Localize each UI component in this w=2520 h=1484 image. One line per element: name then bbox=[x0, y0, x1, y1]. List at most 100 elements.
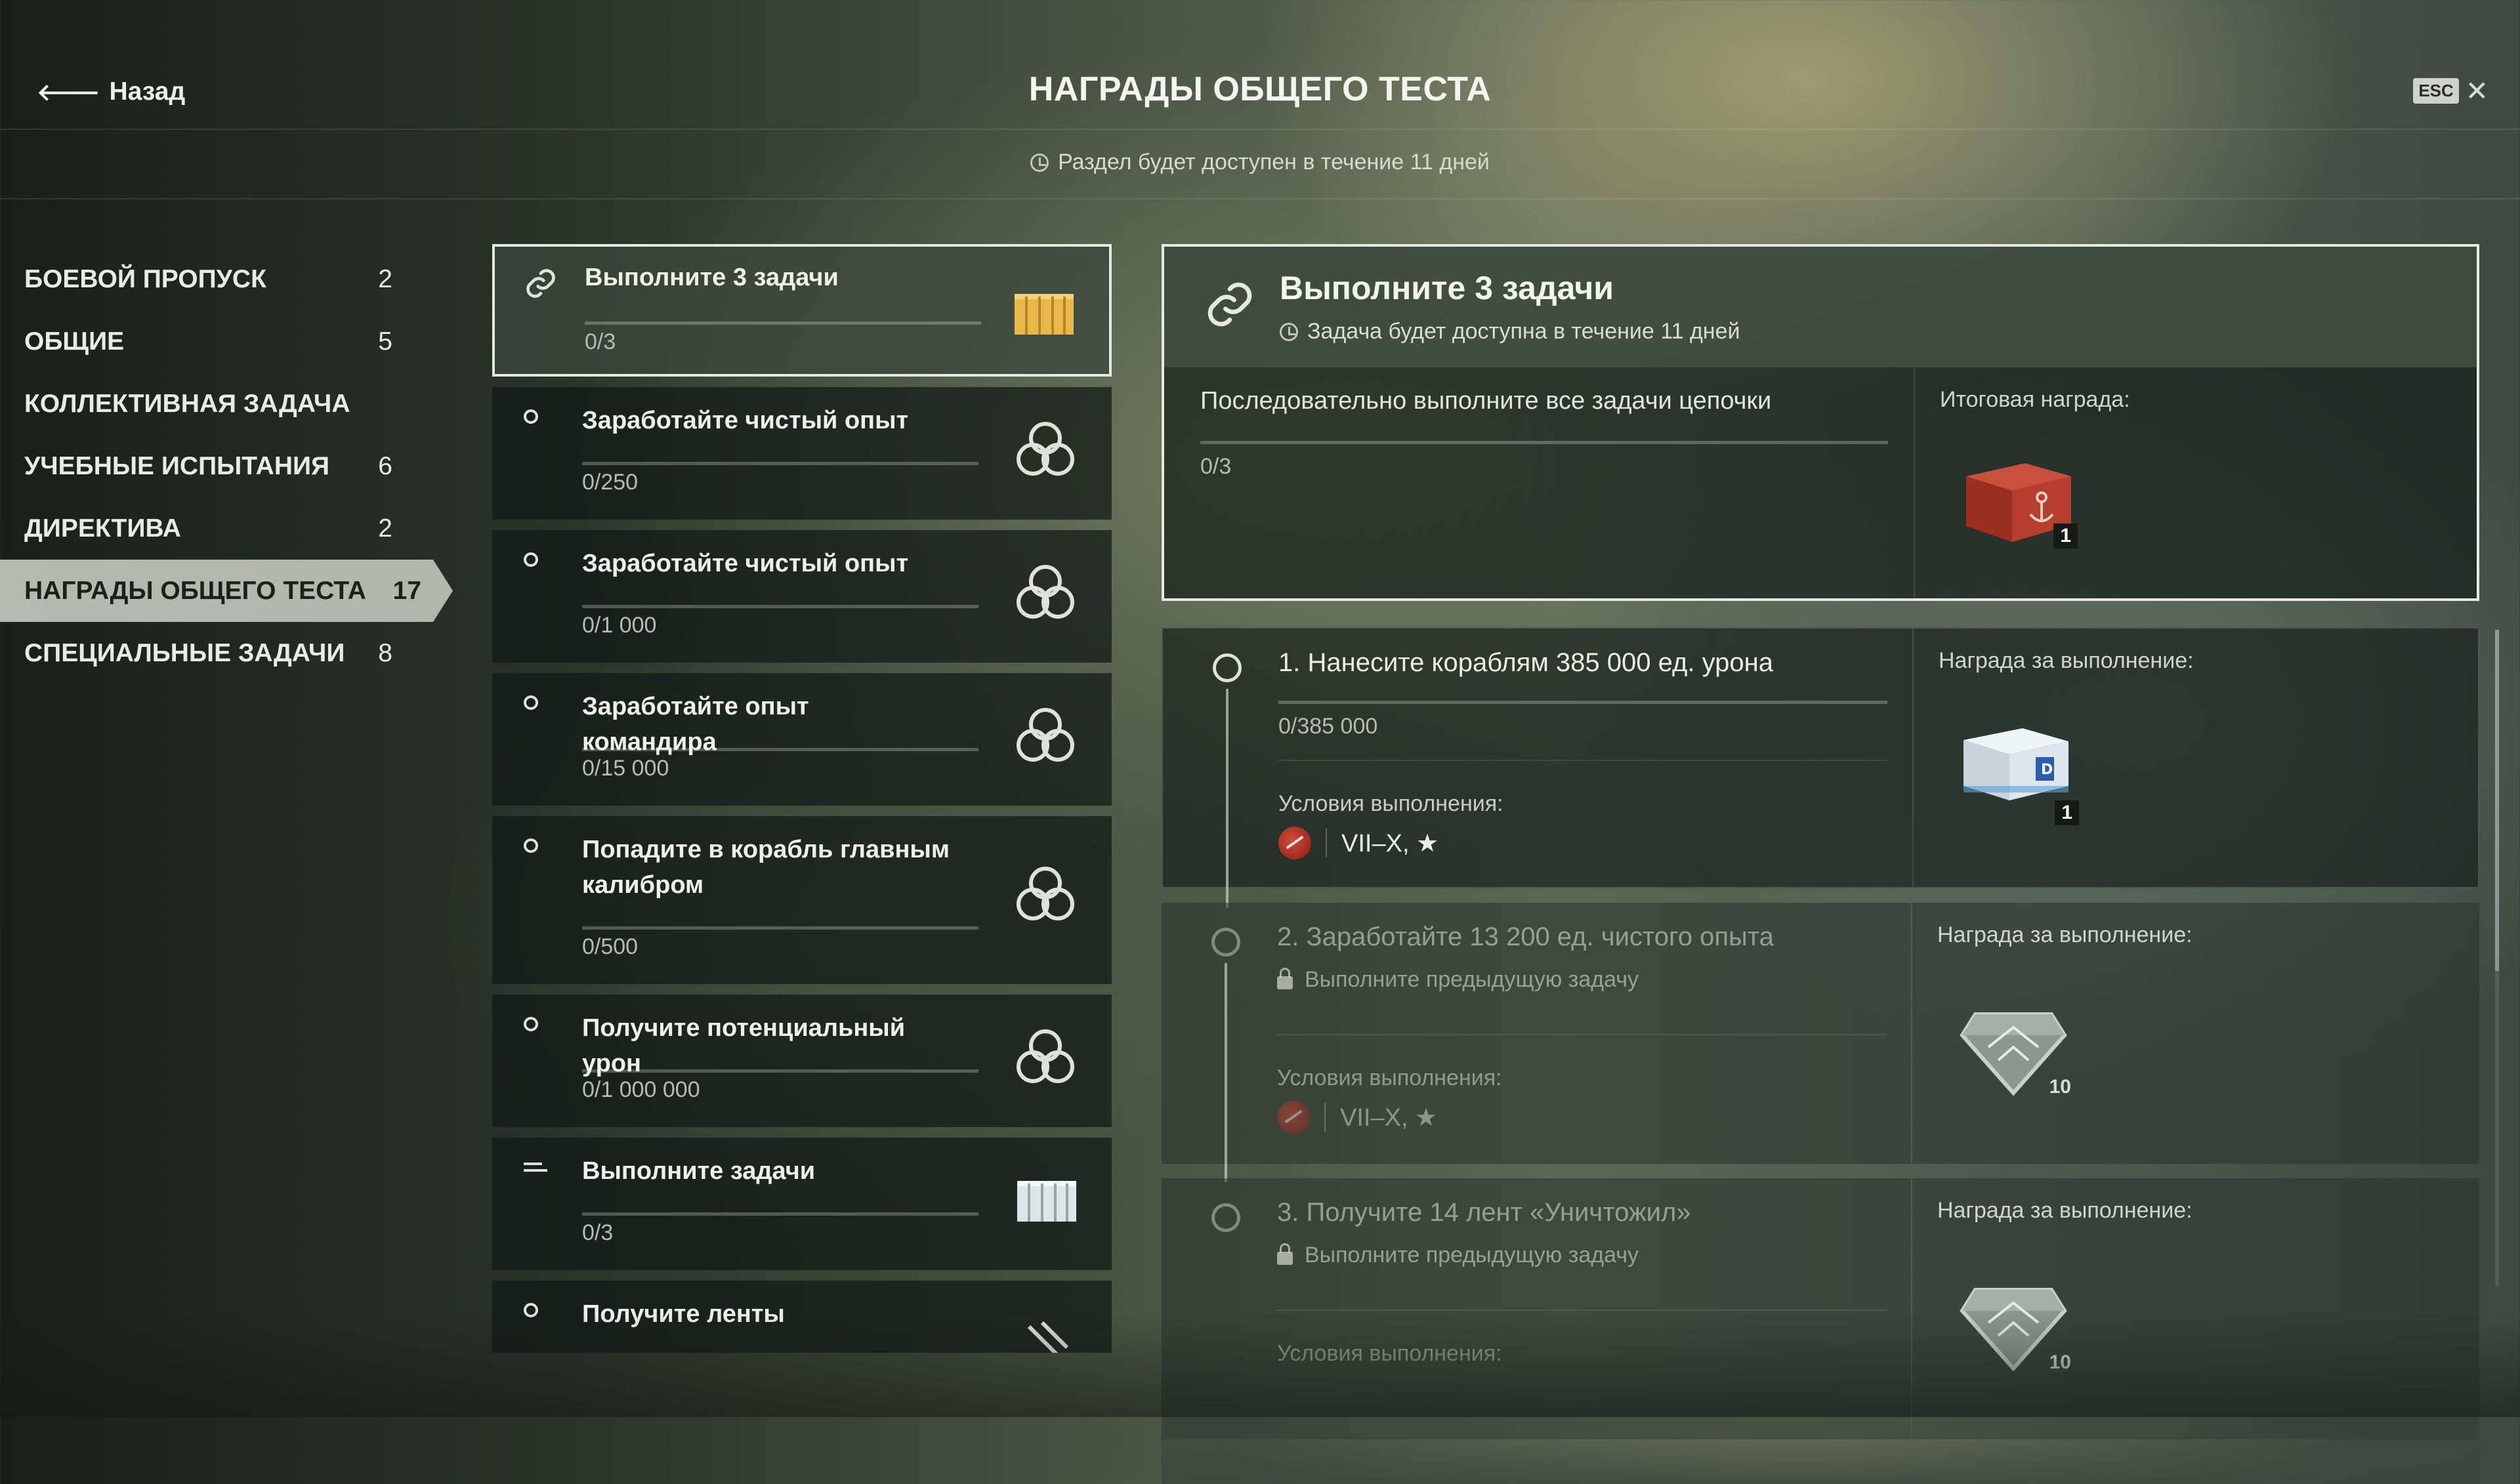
detail-scrollbar[interactable] bbox=[2495, 630, 2499, 1286]
detail-progress-bar bbox=[1200, 441, 1888, 444]
divider bbox=[1914, 367, 1915, 598]
task-card[interactable]: Заработайте чистый опыт 0/250 bbox=[492, 387, 1112, 520]
task-progress: 0/15 000 bbox=[582, 756, 669, 781]
circle-icon bbox=[524, 552, 542, 571]
divider bbox=[1278, 760, 1887, 761]
conditions-label: Условия выполнения: bbox=[1277, 1065, 1502, 1090]
knot-emblem-icon bbox=[1017, 867, 1074, 920]
circle-icon bbox=[524, 695, 542, 714]
sidebar-item-battle-pass[interactable]: БОЕВОЙ ПРОПУСК 2 bbox=[0, 248, 424, 310]
sidebar-item-collective-task[interactable]: КОЛЛЕКТИВНАЯ ЗАДАЧА bbox=[0, 373, 424, 435]
sidebar-item-directive[interactable]: ДИРЕКТИВА 2 bbox=[0, 497, 424, 560]
step-connector bbox=[1226, 689, 1228, 908]
task-card[interactable]: Получите потенциальный урон 0/1 000 000 bbox=[492, 995, 1112, 1127]
chain-task-header-band bbox=[1164, 247, 2477, 367]
knot-emblem-icon bbox=[1017, 422, 1074, 476]
sidebar-item-training[interactable]: УЧЕБНЫЕ ИСПЫТАНИЯ 6 bbox=[0, 435, 424, 497]
task-progress-bar bbox=[582, 1069, 978, 1073]
task-progress-bar bbox=[585, 321, 981, 325]
task-title: Заработайте чистый опыт bbox=[582, 550, 909, 577]
conditions-row: VII–X, ★ bbox=[1277, 1101, 1437, 1134]
knot-emblem-icon bbox=[1017, 565, 1074, 619]
task-card-chain[interactable]: Выполните 3 задачи 0/3 bbox=[492, 244, 1112, 377]
sidebar-item-label: СПЕЦИАЛЬНЫЕ ЗАДАЧИ bbox=[24, 638, 345, 667]
divider bbox=[1277, 1309, 1886, 1311]
conditions-label: Условия выполнения: bbox=[1278, 791, 1503, 816]
step-reward-label: Награда за выполнение: bbox=[1937, 1198, 2193, 1223]
final-reward-item[interactable]: 1 bbox=[1953, 443, 2078, 548]
section-availability-text: Раздел будет доступен в течение 11 дней bbox=[1058, 150, 1490, 175]
ring-shape bbox=[524, 1017, 538, 1031]
sidebar-item-public-test-rewards[interactable]: НАГРАДЫ ОБЩЕГО ТЕСТА 17 bbox=[0, 560, 453, 622]
detail-title: Выполните 3 задачи bbox=[1280, 270, 1614, 306]
task-title: Попадите в корабль главным калибром bbox=[582, 836, 950, 899]
separator bbox=[1324, 1103, 1326, 1132]
close-button[interactable]: ESC ✕ bbox=[2413, 75, 2488, 107]
divider bbox=[1277, 1034, 1886, 1035]
container-logo: D bbox=[2041, 762, 2053, 778]
sidebar-item-label: КОЛЛЕКТИВНАЯ ЗАДАЧА bbox=[24, 389, 350, 418]
sidebar-item-general[interactable]: ОБЩИЕ 5 bbox=[0, 310, 424, 373]
task-title: Получите ленты bbox=[582, 1300, 785, 1328]
circle-icon bbox=[524, 1303, 542, 1321]
task-card[interactable]: Выполните задачи 0/3 bbox=[492, 1138, 1112, 1270]
sidebar-item-label: БОЕВОЙ ПРОПУСК bbox=[24, 264, 266, 293]
task-list: Выполните 3 задачи 0/3 Заработайте чисты… bbox=[492, 244, 1112, 1353]
sidebar-item-label: НАГРАДЫ ОБЩЕГО ТЕСТА bbox=[24, 576, 366, 605]
circle-icon bbox=[524, 1017, 542, 1035]
circle-icon bbox=[524, 838, 542, 857]
ring-shape bbox=[524, 409, 538, 424]
step-title: 2. Заработайте 13 200 ед. чистого опыта bbox=[1277, 922, 1774, 951]
task-title: Выполните 3 задачи bbox=[585, 264, 839, 291]
silver-container-icon bbox=[1017, 1181, 1076, 1222]
step-reward-item[interactable]: 10 bbox=[1949, 988, 2078, 1100]
section-availability: Раздел будет доступен в течение 11 дней bbox=[0, 150, 2520, 175]
task-title: Выполните задачи bbox=[582, 1157, 816, 1185]
step-status-circle bbox=[1213, 653, 1242, 682]
step-title: 3. Получите 14 лент «Уничтожил» bbox=[1277, 1198, 1691, 1227]
task-card[interactable]: Попадите в корабль главным калибром 0/50… bbox=[492, 816, 1112, 984]
chain-link-icon bbox=[526, 269, 555, 298]
task-progress: 0/3 bbox=[582, 1220, 614, 1245]
subheader-divider bbox=[0, 198, 2520, 199]
lock-icon bbox=[1277, 1243, 1293, 1265]
ring-shape bbox=[524, 552, 538, 567]
detail-availability: Задача будет доступна в течение 11 дней bbox=[1280, 319, 1740, 344]
sidebar-item-count: 6 bbox=[378, 451, 392, 480]
header-divider bbox=[0, 129, 2520, 130]
task-progress: 0/1 000 000 bbox=[582, 1077, 700, 1102]
sidebar-item-label: ОБЩИЕ bbox=[24, 327, 125, 356]
task-title: Заработайте чистый опыт bbox=[582, 407, 909, 434]
task-progress-bar bbox=[582, 1212, 978, 1216]
chain-step-1[interactable]: 1. Нанесите кораблям 385 000 ед. урона 0… bbox=[1162, 627, 2479, 908]
ribbon-icon bbox=[1027, 1321, 1069, 1353]
task-card[interactable]: Заработайте чистый опыт 0/1 000 bbox=[492, 530, 1112, 663]
step-connector bbox=[1225, 963, 1227, 1182]
sidebar-item-count: 8 bbox=[378, 638, 392, 667]
detail-availability-text: Задача будет доступна в течение 11 дней bbox=[1307, 319, 1740, 344]
task-progress: 0/1 000 bbox=[582, 613, 657, 638]
page-title: НАГРАДЫ ОБЩЕГО ТЕСТА bbox=[1028, 70, 1492, 108]
step-locked-note: Выполните предыдущую задачу bbox=[1277, 967, 1639, 993]
ring-shape bbox=[524, 838, 538, 853]
close-icon: ✕ bbox=[2465, 75, 2488, 106]
sidebar-item-special-tasks[interactable]: СПЕЦИАЛЬНЫЕ ЗАДАЧИ 8 bbox=[0, 622, 424, 684]
conditions-text: VII–X, ★ bbox=[1341, 829, 1439, 857]
task-card[interactable]: Заработайте опыт командира 0/15 000 bbox=[492, 673, 1112, 806]
conditions-text: VII–X, ★ bbox=[1340, 1103, 1438, 1132]
locked-text: Выполните предыдущую задачу bbox=[1305, 1243, 1639, 1268]
separator bbox=[1326, 829, 1327, 857]
task-progress: 0/500 bbox=[582, 934, 639, 959]
chain-link-icon bbox=[1208, 282, 1252, 327]
clock-icon bbox=[1030, 154, 1049, 172]
step-reward-item[interactable]: D 1 bbox=[1950, 714, 2079, 825]
chain-step-2[interactable]: 2. Заработайте 13 200 ед. чистого опыта … bbox=[1162, 903, 2479, 1182]
step-title: 1. Нанесите кораблям 385 000 ед. урона bbox=[1278, 648, 1773, 677]
knot-emblem-icon bbox=[1017, 1029, 1074, 1083]
scrollbar-thumb[interactable] bbox=[2495, 630, 2499, 971]
task-progress-bar bbox=[582, 748, 978, 751]
step-locked-note: Выполните предыдущую задачу bbox=[1277, 1243, 1639, 1268]
reward-quantity: 1 bbox=[2053, 524, 2078, 548]
task-card[interactable]: Получите ленты bbox=[492, 1281, 1112, 1353]
sidebar-item-count: 17 bbox=[392, 576, 421, 605]
